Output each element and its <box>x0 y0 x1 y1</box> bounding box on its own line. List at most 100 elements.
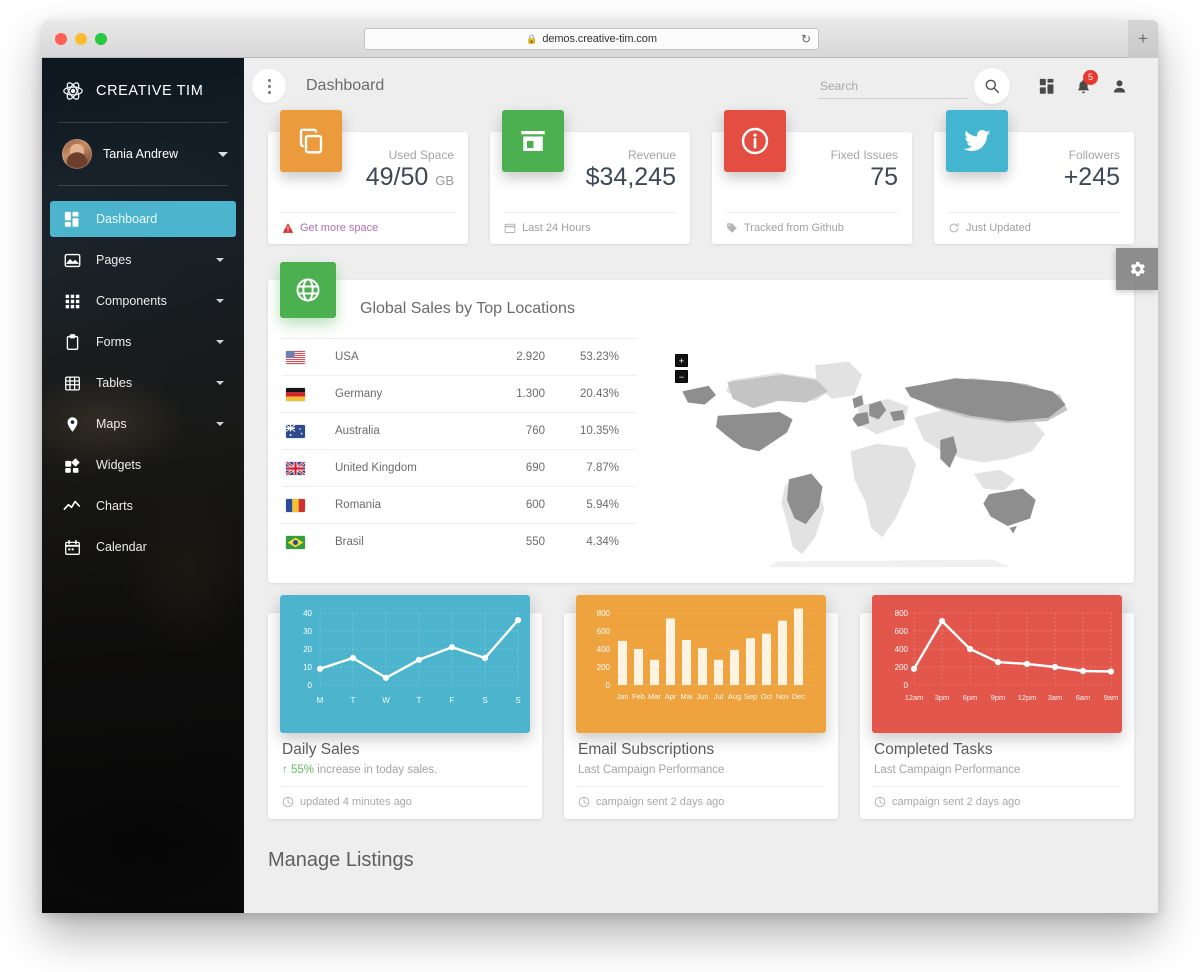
chevron-down-icon[interactable] <box>216 422 224 426</box>
sidebar-item-calendar[interactable]: Calendar <box>50 529 236 565</box>
sidebar-item-tables[interactable]: Tables <box>50 365 236 401</box>
profile-button[interactable] <box>1104 71 1134 101</box>
flag-romania <box>286 498 305 512</box>
sidebar-item-label: Maps <box>96 417 127 431</box>
email-subscriptions-svg: 800600400 2000 Jan Feb Mar Apr Mai Jun J… <box>597 608 816 701</box>
svg-text:6pm: 6pm <box>963 693 977 702</box>
minimize-window-button[interactable] <box>75 33 87 45</box>
chart-subtitle: Last Campaign Performance <box>578 764 725 776</box>
clock-icon <box>282 796 294 808</box>
chevron-down-icon[interactable] <box>218 151 228 157</box>
search-input[interactable] <box>818 73 968 99</box>
stat-value-number: +245 <box>1063 163 1120 191</box>
svg-text:Mai: Mai <box>681 692 693 701</box>
settings-fab-button[interactable] <box>1116 248 1158 290</box>
svg-text:0: 0 <box>308 681 313 690</box>
clock-icon <box>578 796 590 808</box>
flag-germany <box>286 387 305 401</box>
stat-footer: Tracked from Github <box>726 212 898 244</box>
svg-text:T: T <box>417 696 422 705</box>
kebab-menu-icon[interactable] <box>252 69 286 103</box>
sidebar-item-forms[interactable]: Forms <box>50 324 236 360</box>
map-zoom-in-button[interactable]: + <box>675 354 688 367</box>
apps-button[interactable] <box>1032 71 1062 101</box>
flag-brasil <box>286 535 305 549</box>
sidebar-item-label: Forms <box>96 335 132 349</box>
stat-label: Fixed Issues <box>830 148 898 162</box>
svg-text:Aug: Aug <box>728 692 741 701</box>
svg-text:9am: 9am <box>1104 693 1118 702</box>
svg-text:800: 800 <box>895 609 909 618</box>
sidebar-item-charts[interactable]: Charts <box>50 488 236 524</box>
table-row[interactable]: Germany 1.300 20.43% <box>282 375 637 412</box>
stat-footer[interactable]: Get more space <box>282 212 454 244</box>
chart-footer-label: campaign sent 2 days ago <box>892 796 1021 808</box>
svg-text:M: M <box>317 696 324 705</box>
svg-text:3pm: 3pm <box>935 693 949 702</box>
chart-subtitle: ↑ 55% increase in today sales. <box>282 764 528 776</box>
close-window-button[interactable] <box>55 33 67 45</box>
global-sales-table: USA 2.920 53.23% Germany 1.300 20.43% Au… <box>282 338 637 569</box>
table-cell-percent: 4.34% <box>586 536 619 548</box>
new-tab-button[interactable]: + <box>1128 20 1158 58</box>
table-row[interactable]: United Kingdom 690 7.87% <box>282 449 637 486</box>
sidebar-item-widgets[interactable]: Widgets <box>50 447 236 483</box>
table-row[interactable]: USA 2.920 53.23% <box>282 338 637 375</box>
reload-icon[interactable]: ↻ <box>801 32 811 46</box>
search-button[interactable] <box>974 68 1010 104</box>
address-bar[interactable]: 🔒 demos.creative-tim.com ↻ <box>364 28 819 50</box>
info-icon <box>724 110 786 172</box>
stat-footer-label: Get more space <box>300 222 379 234</box>
svg-text:200: 200 <box>597 663 611 672</box>
sidebar-item-label: Dashboard <box>96 212 158 226</box>
map-zoom-controls: + − <box>675 354 688 386</box>
sidebar-item-maps[interactable]: Maps <box>50 406 236 442</box>
lock-icon: 🔒 <box>526 33 538 44</box>
app-root: CREATIVE TIM Tania Andrew Dashboard Page… <box>42 58 1158 913</box>
calendar-icon <box>504 222 516 234</box>
svg-text:40: 40 <box>303 609 312 618</box>
stat-label: Followers <box>1068 148 1120 162</box>
chevron-down-icon[interactable] <box>216 381 224 385</box>
sidebar-user[interactable]: Tania Andrew <box>42 123 244 185</box>
table-cell-country: Brasil <box>335 536 364 548</box>
svg-text:Jul: Jul <box>714 692 724 701</box>
notifications-button[interactable]: 5 <box>1068 70 1098 101</box>
atom-icon <box>62 80 84 102</box>
chart-footer-label: campaign sent 2 days ago <box>596 796 725 808</box>
grid-icon <box>62 291 82 311</box>
chart-cards-row: 40 30 20 10 0 MTW TFSS Daily Sales ↑ 55%… <box>268 595 1134 819</box>
flag-uk <box>286 461 305 475</box>
svg-text:20: 20 <box>303 645 312 654</box>
table-row[interactable]: Australia 760 10.35% <box>282 412 637 449</box>
table-cell-country: Germany <box>335 388 383 400</box>
svg-text:F: F <box>450 696 455 705</box>
sidebar-item-components[interactable]: Components <box>50 283 236 319</box>
brand-label: CREATIVE TIM <box>96 83 204 99</box>
svg-text:6am: 6am <box>1076 693 1090 702</box>
chevron-down-icon[interactable] <box>216 258 224 262</box>
sidebar-item-dashboard[interactable]: Dashboard <box>50 201 236 237</box>
widgets-icon <box>62 455 82 475</box>
table-cell-value: 760 <box>525 425 545 437</box>
stat-cards-row: Used Space 49/50 GB Get more space Reven… <box>268 110 1134 244</box>
sidebar-item-pages[interactable]: Pages <box>50 242 236 278</box>
chart-footer: campaign sent 2 days ago <box>578 786 824 819</box>
table-row[interactable]: Brasil 550 4.34% <box>282 523 637 560</box>
svg-text:10: 10 <box>303 663 312 672</box>
completed-tasks-chart: 800 600 400 200 0 12am 3pm 6pm 9pm 12pm 3am 6am… <box>872 595 1122 733</box>
brand[interactable]: CREATIVE TIM <box>42 58 244 122</box>
svg-text:0: 0 <box>606 681 611 690</box>
dashboard-scroll-area: Used Space 49/50 GB Get more space Reven… <box>244 110 1158 913</box>
browser-titlebar: 🔒 demos.creative-tim.com ↻ + <box>42 20 1158 58</box>
chevron-down-icon[interactable] <box>216 340 224 344</box>
chart-card-email-subscriptions: 800 600 400 200 0 Jan Feb Mar Apr Mai Ju… <box>564 595 838 819</box>
sidebar-item-label: Tables <box>96 376 133 390</box>
table-row[interactable]: Romania 600 5.94% <box>282 486 637 523</box>
map-zoom-out-button[interactable]: − <box>675 370 688 383</box>
world-map[interactable]: + − <box>647 338 1120 569</box>
maximize-window-button[interactable] <box>95 33 107 45</box>
stat-value-number: 75 <box>870 163 898 191</box>
chevron-down-icon[interactable] <box>216 299 224 303</box>
world-map-svg <box>682 361 1068 568</box>
